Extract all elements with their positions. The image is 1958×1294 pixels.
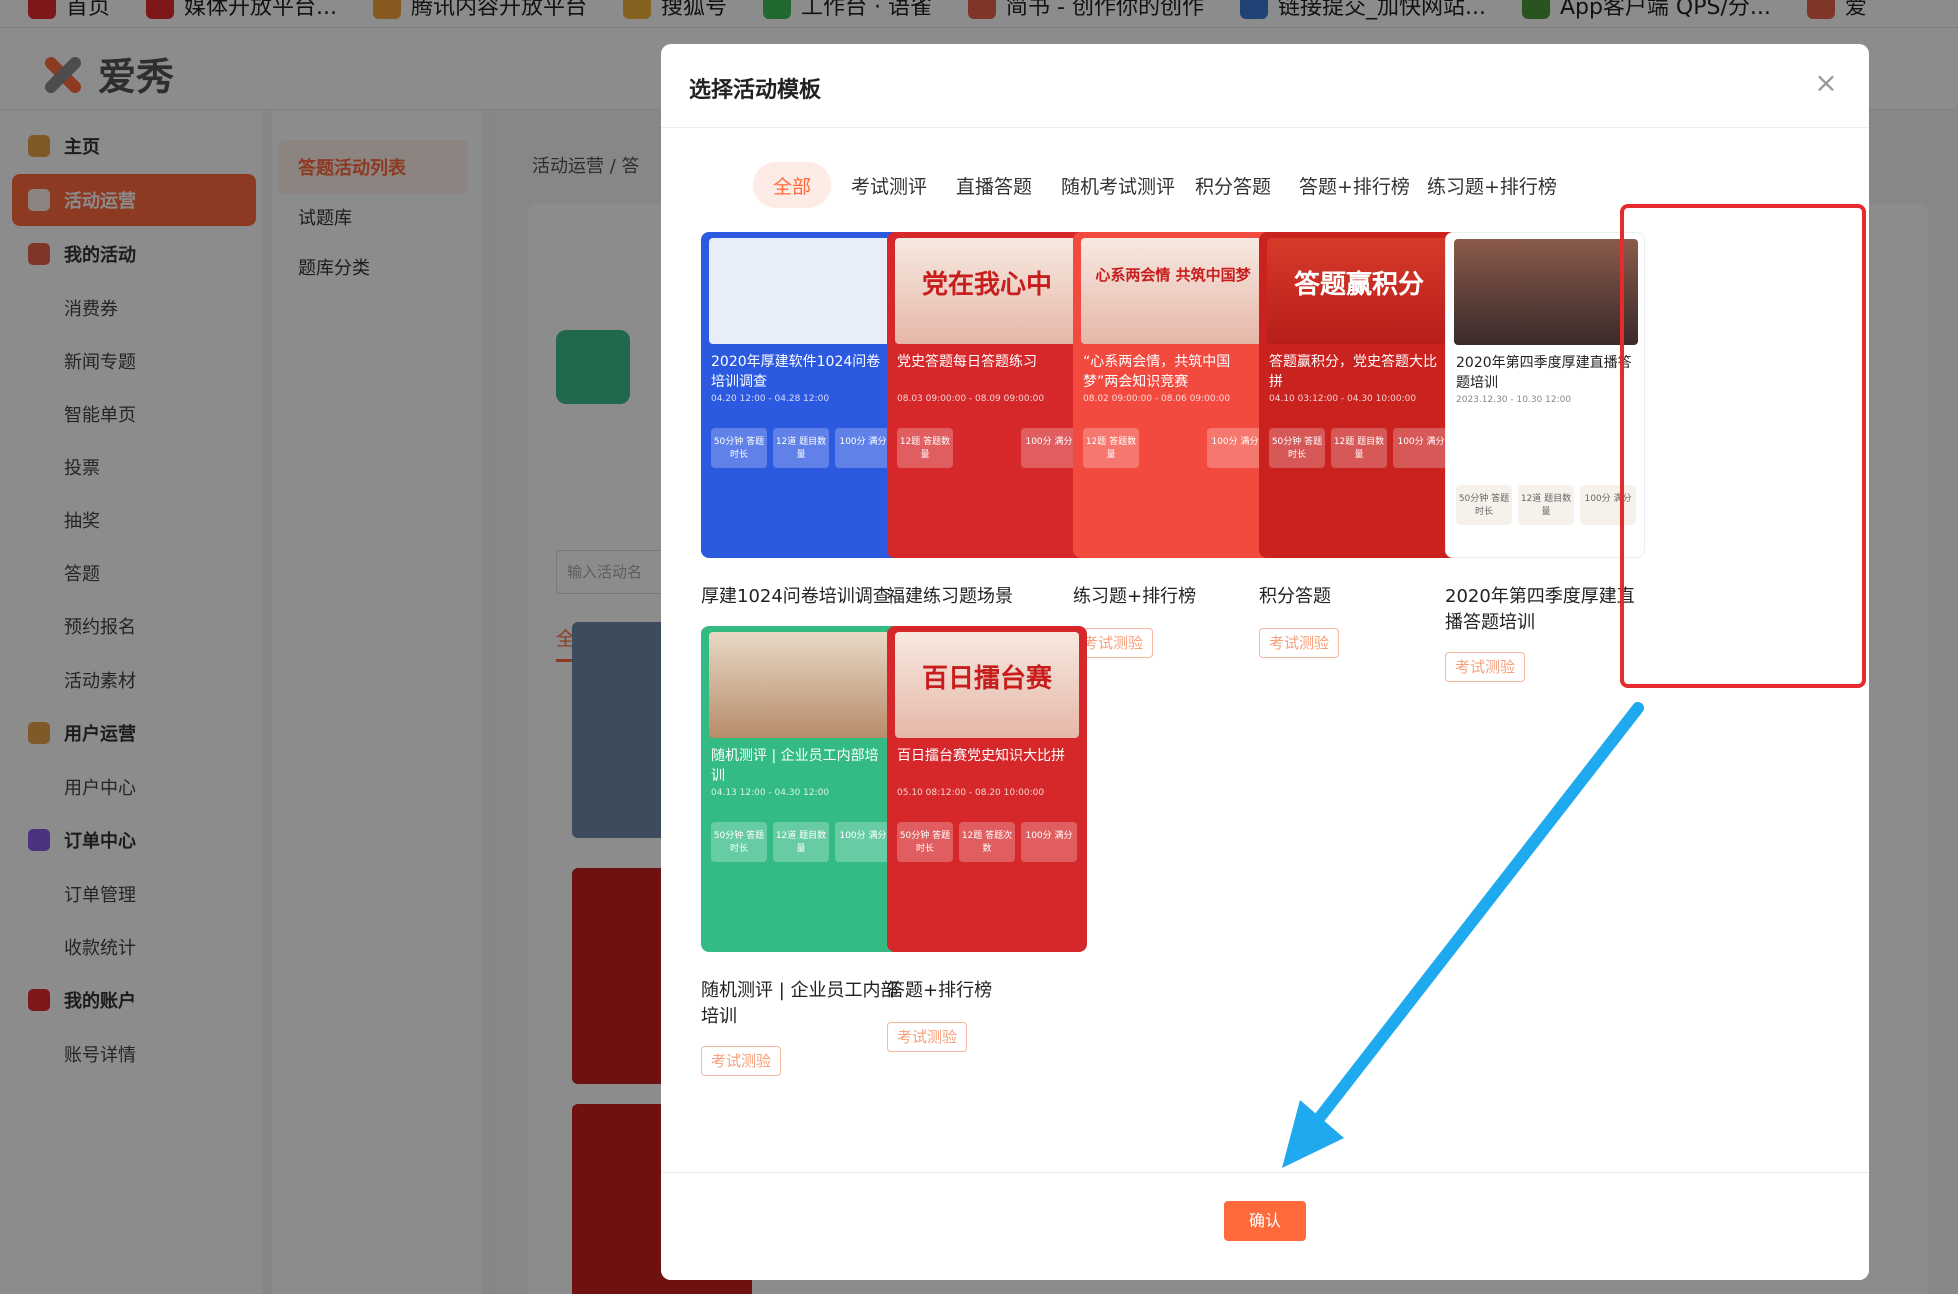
page: { "bookmarks": [ {"label":"首页","color":"… <box>0 0 1958 1294</box>
annotation-arrow <box>1282 702 1644 1168</box>
